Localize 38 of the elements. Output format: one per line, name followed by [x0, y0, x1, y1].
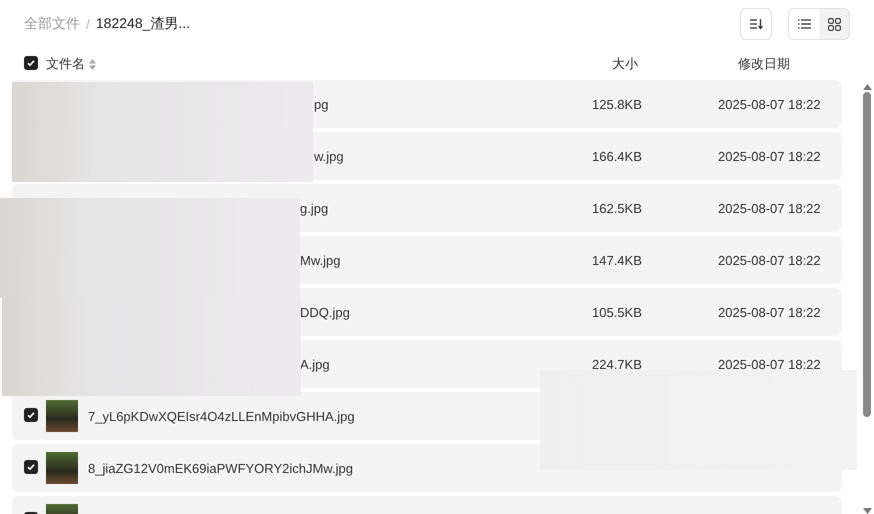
checkbox[interactable]	[24, 56, 38, 70]
sort-icon	[749, 18, 763, 30]
sort-button[interactable]	[740, 8, 772, 40]
photo-placeholder	[46, 400, 78, 432]
file-name: 7_yL6pKDwXQEIsr4O4zLLEnMpibvGHHA.jpg	[88, 408, 356, 424]
file-name: A.jpg	[299, 356, 331, 372]
breadcrumb-separator: /	[86, 16, 90, 32]
file-name: DDQ.jpg	[299, 304, 351, 320]
photo-placeholder	[46, 452, 78, 484]
column-header[interactable]: 修改日期	[734, 55, 858, 73]
file-size: 105.5KB	[592, 304, 643, 320]
modified-date: 2025-08-07 18:22	[718, 252, 822, 268]
scroll-down-icon[interactable]	[862, 508, 872, 514]
file-size: 162.5KB	[592, 200, 643, 216]
file-size: 125.8KB	[592, 96, 643, 112]
file-name: Mw.jpg	[299, 252, 342, 268]
list-view-button[interactable]	[789, 9, 819, 39]
column-header[interactable]: 文件名	[46, 55, 85, 73]
file-name: pg	[313, 96, 330, 112]
file-size: 166.4KB	[592, 148, 643, 164]
modified-date: 2025-08-07 18:22	[718, 96, 822, 112]
modified-date: 2025-08-07 18:22	[718, 304, 822, 320]
file-name: g.jpg	[299, 200, 330, 216]
file-name: 8_jiaZG12V0mEK69iaPWFYORY2ichJMw.jpg	[88, 460, 354, 476]
modified-date: 2025-08-07 18:22	[718, 200, 822, 216]
scroll-up-icon[interactable]	[862, 84, 872, 90]
breadcrumb-current: 182248_渣男...	[96, 15, 190, 33]
scrollbar-thumb[interactable]	[863, 92, 871, 417]
file-size: 224.7KB	[592, 356, 643, 372]
list-icon	[798, 19, 810, 29]
modified-date: 2025-08-07 18:22	[718, 148, 822, 164]
modified-date: 2025-08-07 18:22	[718, 356, 822, 372]
grid-icon	[828, 18, 840, 30]
checkbox[interactable]	[24, 460, 38, 474]
column-header[interactable]: 大小	[608, 55, 734, 73]
file-size: 147.4KB	[592, 252, 643, 268]
file-name: w.jpg	[313, 148, 345, 164]
checkbox[interactable]	[24, 408, 38, 422]
